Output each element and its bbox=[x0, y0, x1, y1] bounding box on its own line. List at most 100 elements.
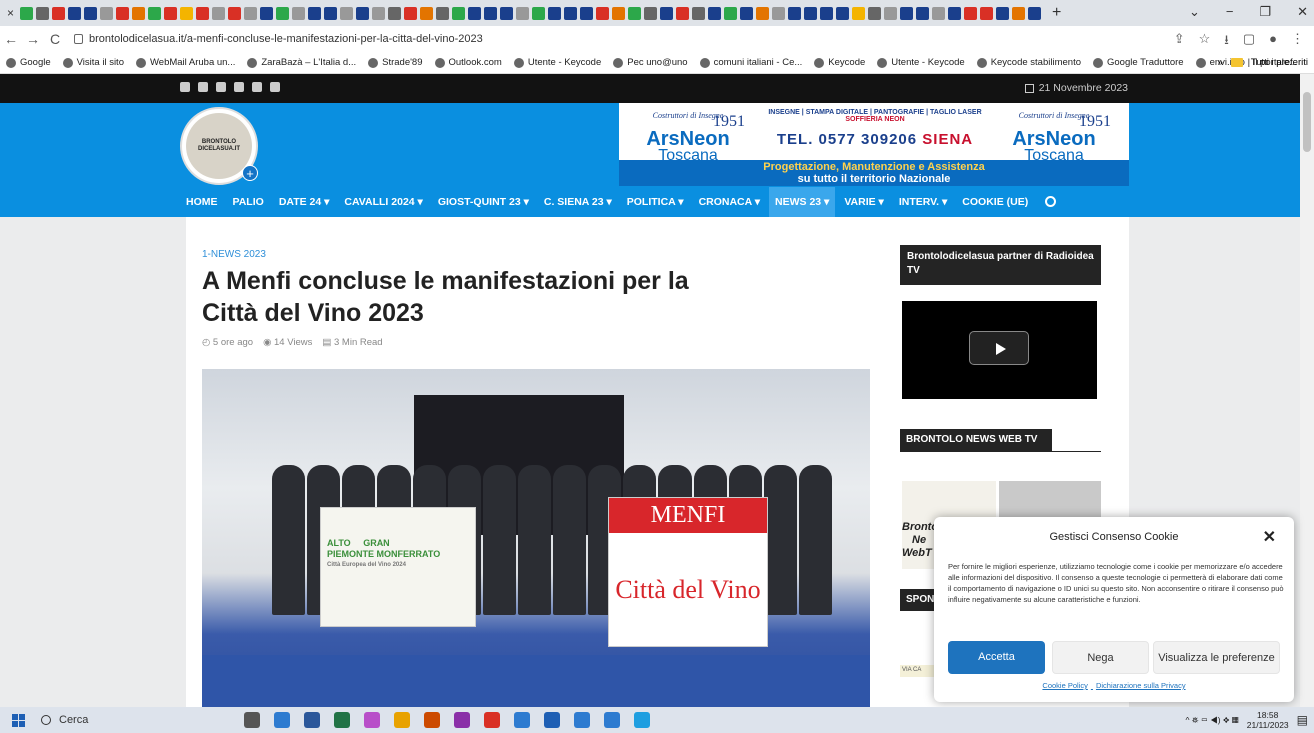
bookmark-star-icon[interactable]: ☆ bbox=[1199, 31, 1211, 53]
taskbar-app-icon[interactable] bbox=[304, 712, 320, 728]
bookmark-item[interactable]: Outlook.com bbox=[434, 57, 502, 68]
bookmark-item[interactable]: Google Traduttore bbox=[1093, 57, 1184, 68]
tab-favicon-icon[interactable] bbox=[532, 6, 545, 20]
tab-search-button[interactable]: ⌄ bbox=[1189, 4, 1200, 20]
tab-favicon-icon[interactable] bbox=[852, 6, 865, 20]
tab-favicon-icon[interactable] bbox=[500, 6, 513, 20]
back-button[interactable]: ← bbox=[0, 31, 22, 47]
reload-button[interactable]: C bbox=[44, 31, 66, 47]
clock[interactable]: 18:58 21/11/2023 bbox=[1247, 710, 1289, 730]
googleplus-icon[interactable] bbox=[270, 82, 280, 92]
nav-item[interactable]: C. SIENA 23 ▾ bbox=[544, 196, 612, 208]
site-logo[interactable]: BRONTOLO DICELASUA.IT + bbox=[180, 107, 258, 185]
tab-favicon-icon[interactable] bbox=[884, 6, 897, 20]
taskbar-app-icon[interactable] bbox=[514, 712, 530, 728]
tab-favicon-icon[interactable] bbox=[772, 6, 785, 20]
tab-favicon-icon[interactable] bbox=[404, 6, 417, 20]
tab-favicon-icon[interactable] bbox=[996, 6, 1009, 20]
tab-favicon-icon[interactable] bbox=[452, 6, 465, 20]
nav-item[interactable]: DATE 24 ▾ bbox=[279, 196, 330, 208]
page-scrollbar[interactable] bbox=[1300, 74, 1314, 707]
tab-favicon-icon[interactable] bbox=[116, 6, 129, 20]
tab-favicon-icon[interactable] bbox=[308, 6, 321, 20]
tab-favicon-icon[interactable] bbox=[740, 6, 753, 20]
taskbar-search[interactable]: Cerca bbox=[35, 707, 225, 733]
preferences-button[interactable]: Visualizza le preferenze bbox=[1153, 641, 1280, 674]
windows-start-icon[interactable] bbox=[12, 713, 25, 727]
tab-favicon-icon[interactable] bbox=[228, 6, 241, 20]
bookmark-item[interactable]: Pec uno@uno bbox=[613, 57, 688, 68]
tab-favicon-icon[interactable] bbox=[628, 6, 641, 20]
minimize-button[interactable]: − bbox=[1226, 4, 1234, 20]
privacy-statement-link[interactable]: Dichiarazione sulla Privacy bbox=[1096, 681, 1186, 690]
profile-avatar[interactable]: ● bbox=[1269, 31, 1277, 53]
nav-item[interactable]: CRONACA ▾ bbox=[699, 196, 760, 208]
tab-favicon-icon[interactable] bbox=[804, 6, 817, 20]
tab-favicon-icon[interactable] bbox=[692, 6, 705, 20]
tab-favicon-icon[interactable] bbox=[340, 6, 353, 20]
nav-item[interactable]: HOME bbox=[186, 196, 218, 208]
tab-favicon-icon[interactable] bbox=[836, 6, 849, 20]
bookmark-item[interactable]: Utente - Keycode bbox=[877, 57, 965, 68]
tab-favicon-icon[interactable] bbox=[548, 6, 561, 20]
tab-favicon-icon[interactable] bbox=[916, 6, 929, 20]
tab-favicon-icon[interactable] bbox=[260, 6, 273, 20]
new-tab-button[interactable]: + bbox=[1052, 4, 1061, 22]
tab-favicon-icon[interactable] bbox=[100, 6, 113, 20]
tab-favicon-icon[interactable] bbox=[420, 6, 433, 20]
restore-button[interactable]: ❐ bbox=[1259, 4, 1271, 20]
tab-favicon-icon[interactable] bbox=[756, 6, 769, 20]
nav-item[interactable]: CAVALLI 2024 ▾ bbox=[344, 196, 422, 208]
nav-item[interactable]: NEWS 23 ▾ bbox=[769, 186, 836, 217]
tab-favicon-icon[interactable] bbox=[932, 6, 945, 20]
taskbar-app-icon[interactable] bbox=[604, 712, 620, 728]
twitter-icon[interactable] bbox=[234, 82, 244, 92]
taskbar-app-icon[interactable] bbox=[544, 712, 560, 728]
tab-favicon-icon[interactable] bbox=[84, 6, 97, 20]
taskbar-app-icon[interactable] bbox=[244, 712, 260, 728]
url-field[interactable]: brontolodicelasua.it/a-menfi-concluse-le… bbox=[74, 33, 483, 45]
tab-favicon-icon[interactable] bbox=[372, 6, 385, 20]
tab-favicon-icon[interactable] bbox=[820, 6, 833, 20]
taskbar-app-icon[interactable] bbox=[274, 712, 290, 728]
search-icon[interactable] bbox=[1045, 196, 1057, 207]
tab-favicon-icon[interactable] bbox=[36, 6, 49, 20]
facebook-icon[interactable] bbox=[216, 82, 226, 92]
notifications-icon[interactable]: ▤ bbox=[1297, 713, 1308, 727]
tab-favicon-icon[interactable] bbox=[196, 6, 209, 20]
url-text[interactable]: brontolodicelasua.it/a-menfi-concluse-le… bbox=[89, 33, 483, 45]
bookmark-item[interactable]: comuni italiani - Ce... bbox=[699, 57, 802, 68]
tab-favicon-icon[interactable] bbox=[868, 6, 881, 20]
article-category[interactable]: 1-NEWS 2023 bbox=[202, 249, 266, 260]
tab-favicon-icon[interactable] bbox=[708, 6, 721, 20]
close-icon[interactable]: ✕ bbox=[1263, 527, 1276, 547]
taskbar-app-icon[interactable] bbox=[484, 712, 500, 728]
tab-favicon-icon[interactable] bbox=[596, 6, 609, 20]
tab-favicon-icon[interactable] bbox=[980, 6, 993, 20]
close-tab-icon[interactable]: × bbox=[4, 7, 17, 20]
share-icon[interactable]: ⇪ bbox=[1174, 31, 1185, 53]
tab-favicon-icon[interactable] bbox=[676, 6, 689, 20]
youtube-icon[interactable] bbox=[180, 82, 190, 92]
deny-button[interactable]: Nega bbox=[1052, 641, 1149, 674]
tab-favicon-icon[interactable] bbox=[564, 6, 577, 20]
bookmark-item[interactable]: Strade'89 bbox=[368, 57, 423, 68]
ad-banner[interactable]: Costruttori di Insegne 1951 ArsNeon Tosc… bbox=[619, 103, 1129, 186]
tab-favicon-icon[interactable] bbox=[180, 6, 193, 20]
tray-icons[interactable]: ^ ⛯ ▭ ◀) ❖ ▦ bbox=[1185, 715, 1238, 726]
taskbar-app-icon[interactable] bbox=[394, 712, 410, 728]
bookmark-item[interactable]: Visita il sito bbox=[62, 57, 124, 68]
menu-icon[interactable]: ⋮ bbox=[1291, 31, 1304, 53]
tab-favicon-icon[interactable] bbox=[724, 6, 737, 20]
bookmark-item[interactable]: Utente - Keycode bbox=[513, 57, 601, 68]
bookmark-item[interactable]: Keycode stabilimento bbox=[976, 57, 1081, 68]
accept-button[interactable]: Accetta bbox=[948, 641, 1045, 674]
tab-favicon-icon[interactable] bbox=[612, 6, 625, 20]
taskbar-app-icon[interactable] bbox=[574, 712, 590, 728]
bookmark-item[interactable]: Keycode bbox=[814, 57, 865, 68]
sidepanel-icon[interactable]: ▢ bbox=[1243, 31, 1255, 53]
taskbar-app-icon[interactable] bbox=[454, 712, 470, 728]
tab-favicon-icon[interactable] bbox=[212, 6, 225, 20]
tab-favicon-icon[interactable] bbox=[644, 6, 657, 20]
nav-item[interactable]: PALIO bbox=[233, 196, 264, 208]
